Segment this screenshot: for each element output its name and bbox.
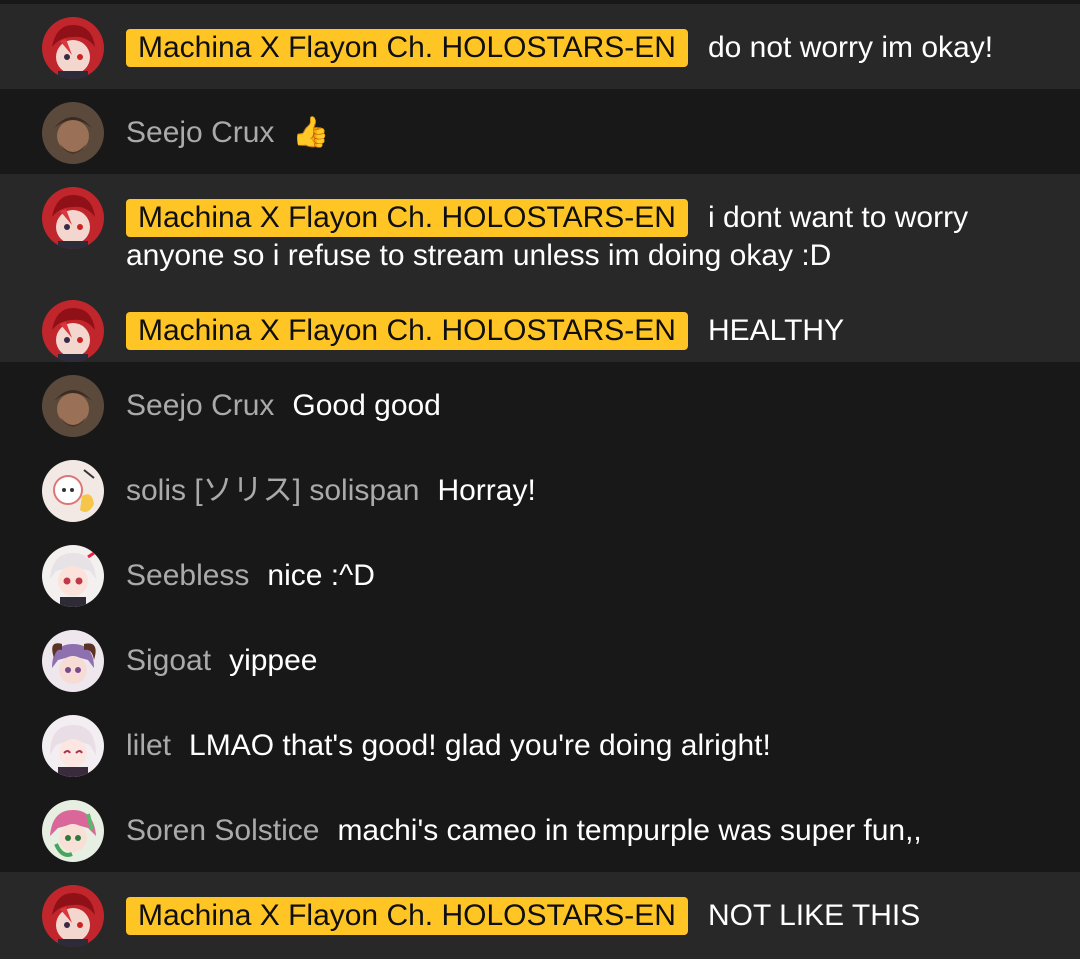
message-body: Soren Solstice machi's cameo in tempurple… bbox=[126, 800, 1060, 850]
author-name[interactable]: Seejo Crux bbox=[126, 389, 274, 422]
message-body: Machina X Flayon Ch. HOLOSTARS-EN HEALTHY bbox=[126, 300, 1060, 350]
message-body: Seejo Crux Good good bbox=[126, 375, 1060, 425]
message-text: Horray! bbox=[437, 474, 536, 507]
message-text: yippee bbox=[229, 644, 318, 677]
machina-avatar[interactable] bbox=[42, 187, 104, 249]
owner-author-badge[interactable]: Machina X Flayon Ch. HOLOSTARS-EN bbox=[126, 312, 688, 350]
message-text: HEALTHY bbox=[707, 314, 845, 347]
message-text: 👍 bbox=[292, 116, 330, 149]
author-name[interactable]: Seejo Crux bbox=[126, 116, 274, 149]
lilet-avatar[interactable] bbox=[42, 715, 104, 777]
seebless-avatar[interactable] bbox=[42, 545, 104, 607]
message-text: machi's cameo in tempurple was super fun… bbox=[337, 814, 922, 847]
message-body: Machina X Flayon Ch. HOLOSTARS-EN i dont … bbox=[126, 187, 1060, 275]
author-name[interactable]: Soren Solstice bbox=[126, 814, 319, 847]
author-name[interactable]: solis [ソリス] solispan bbox=[126, 474, 419, 507]
chat-message[interactable]: Machina X Flayon Ch. HOLOSTARS-EN i dont … bbox=[0, 174, 1080, 287]
message-text: nice :^D bbox=[267, 559, 375, 592]
message-text: NOT LIKE THIS bbox=[707, 899, 921, 932]
message-text: LMAO that's good! glad you're doing alri… bbox=[189, 729, 771, 762]
solis-avatar[interactable] bbox=[42, 460, 104, 522]
chat-message[interactable]: lilet LMAO that's good! glad you're doing… bbox=[0, 702, 1080, 787]
message-body: Machina X Flayon Ch. HOLOSTARS-EN do not … bbox=[126, 17, 1060, 67]
chat-message[interactable]: Seejo Crux 👍 bbox=[0, 89, 1080, 174]
soren-avatar[interactable] bbox=[42, 800, 104, 862]
author-name[interactable]: Seebless bbox=[126, 559, 249, 592]
message-text: do not worry im okay! bbox=[707, 31, 994, 64]
message-body: Sigoat yippee bbox=[126, 630, 1060, 680]
chat-message[interactable]: Seejo Crux Good good bbox=[0, 362, 1080, 447]
author-name[interactable]: lilet bbox=[126, 729, 171, 762]
seejo-avatar[interactable] bbox=[42, 102, 104, 164]
message-body: lilet LMAO that's good! glad you're doing… bbox=[126, 715, 1060, 765]
message-body: Machina X Flayon Ch. HOLOSTARS-EN NOT LIK… bbox=[126, 885, 1060, 935]
message-body: Seebless nice :^D bbox=[126, 545, 1060, 595]
owner-author-badge[interactable]: Machina X Flayon Ch. HOLOSTARS-EN bbox=[126, 29, 688, 67]
machina-avatar[interactable] bbox=[42, 17, 104, 79]
author-name[interactable]: Sigoat bbox=[126, 644, 211, 677]
sigoat-avatar[interactable] bbox=[42, 630, 104, 692]
message-text: Good good bbox=[292, 389, 441, 422]
chat-message[interactable]: Machina X Flayon Ch. HOLOSTARS-EN do not … bbox=[0, 4, 1080, 89]
machina-avatar[interactable] bbox=[42, 300, 104, 362]
owner-author-badge[interactable]: Machina X Flayon Ch. HOLOSTARS-EN bbox=[126, 199, 688, 237]
message-body: Seejo Crux 👍 bbox=[126, 102, 1060, 152]
live-chat-list: Machina X Flayon Ch. HOLOSTARS-EN do not … bbox=[0, 0, 1080, 959]
chat-message[interactable]: Seebless nice :^D bbox=[0, 532, 1080, 617]
chat-message[interactable]: Machina X Flayon Ch. HOLOSTARS-EN NOT LIK… bbox=[0, 872, 1080, 959]
chat-message[interactable]: Machina X Flayon Ch. HOLOSTARS-EN HEALTHY bbox=[0, 287, 1080, 362]
chat-message[interactable]: Sigoat yippee bbox=[0, 617, 1080, 702]
chat-message[interactable]: solis [ソリス] solispan Horray! bbox=[0, 447, 1080, 532]
owner-author-badge[interactable]: Machina X Flayon Ch. HOLOSTARS-EN bbox=[126, 897, 688, 935]
machina-avatar[interactable] bbox=[42, 885, 104, 947]
chat-message[interactable]: Soren Solstice machi's cameo in tempurple… bbox=[0, 787, 1080, 872]
message-body: solis [ソリス] solispan Horray! bbox=[126, 460, 1060, 510]
seejo-avatar[interactable] bbox=[42, 375, 104, 437]
